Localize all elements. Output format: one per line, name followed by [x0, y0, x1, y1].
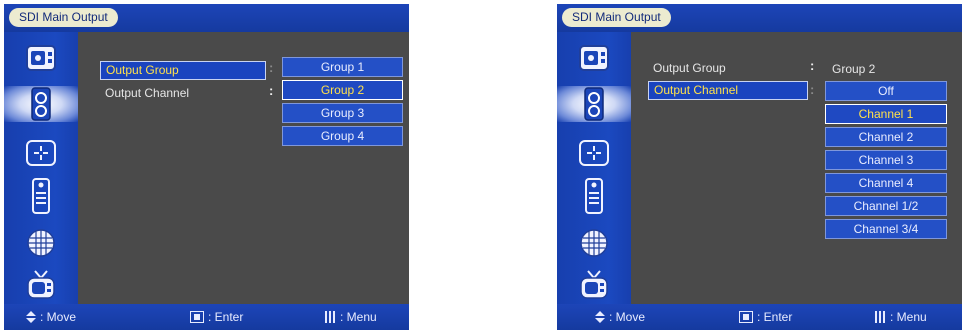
up-down-arrow-icon: [26, 311, 36, 323]
menu-hint-label: : Menu: [890, 310, 927, 324]
enter-button-icon: [190, 311, 204, 323]
sidebar-item-tv[interactable]: [16, 267, 66, 303]
channel-options-list: Off Channel 1 Channel 2 Channel 3 Channe…: [825, 81, 947, 242]
move-hint: : Move: [595, 304, 645, 330]
enter-button-icon: [739, 311, 753, 323]
up-down-arrow-icon: [595, 311, 605, 323]
tv-icon: [27, 270, 55, 299]
globe-mesh-icon: [27, 229, 55, 257]
separator-colon: :: [810, 58, 815, 73]
menu-button-icon: [325, 311, 335, 323]
sidebar-item-audio[interactable]: [4, 86, 78, 122]
sidebar: [4, 32, 78, 304]
option-channel-4[interactable]: Channel 4: [825, 173, 947, 193]
menu-item-output-channel[interactable]: Output Channel: [648, 81, 808, 100]
enter-hint-label: : Enter: [757, 310, 793, 324]
option-channel-3[interactable]: Channel 3: [825, 150, 947, 170]
picture-icon: [26, 45, 56, 71]
audio-speaker-icon: [31, 87, 51, 121]
separator-colon: :: [810, 82, 815, 97]
tv-icon: [580, 270, 608, 299]
sidebar-item-audio[interactable]: [557, 86, 631, 122]
menu-hint-label: : Menu: [340, 310, 377, 324]
osd-screen-group: SDI Main Output Output Group: Output Ch…: [4, 4, 409, 330]
hint-bar: : Move : Enter : Menu: [557, 304, 962, 330]
sidebar-item-globe[interactable]: [569, 225, 619, 261]
remote-control-icon: [585, 178, 603, 214]
move-hint: : Move: [26, 304, 76, 330]
option-channel-1[interactable]: Channel 1: [825, 104, 947, 124]
menu-item-output-group[interactable]: Output Group: [100, 61, 266, 80]
sidebar-item-remote[interactable]: [16, 178, 66, 214]
output-group-value: Group 2: [832, 62, 876, 76]
enter-hint: : Enter: [190, 304, 243, 330]
move-hint-label: : Move: [609, 310, 646, 324]
separator-colon: :: [269, 83, 274, 98]
hint-bar: : Move : Enter : Menu: [4, 304, 409, 330]
sidebar-item-picture[interactable]: [569, 40, 619, 76]
title-bar: SDI Main Output: [4, 4, 409, 32]
crosshair-icon: [26, 140, 56, 166]
menu-item-output-group[interactable]: Output Group: [648, 59, 808, 78]
globe-mesh-icon: [580, 229, 608, 257]
sidebar-item-remote[interactable]: [569, 178, 619, 214]
sidebar-item-tv[interactable]: [569, 267, 619, 303]
separator-colon: :: [269, 60, 274, 75]
move-hint-label: : Move: [40, 310, 77, 324]
sidebar-item-position[interactable]: [569, 135, 619, 171]
enter-hint-label: : Enter: [208, 310, 244, 324]
osd-screen-channel: SDI Main Output Output Group: Group 2 O…: [557, 4, 962, 330]
menu-hint: : Menu: [874, 304, 927, 330]
option-group-1[interactable]: Group 1: [282, 57, 403, 77]
menu-title: SDI Main Output: [9, 8, 118, 27]
option-channel-3-4[interactable]: Channel 3/4: [825, 219, 947, 239]
audio-speaker-icon: [584, 87, 604, 121]
option-group-3[interactable]: Group 3: [282, 103, 403, 123]
sidebar: [557, 32, 631, 304]
title-bar: SDI Main Output: [557, 4, 962, 32]
menu-hint: : Menu: [324, 304, 377, 330]
option-off[interactable]: Off: [825, 81, 947, 101]
picture-icon: [579, 45, 609, 71]
sidebar-item-globe[interactable]: [16, 225, 66, 261]
enter-hint: : Enter: [739, 304, 792, 330]
option-channel-2[interactable]: Channel 2: [825, 127, 947, 147]
sidebar-item-position[interactable]: [16, 135, 66, 171]
option-group-2[interactable]: Group 2: [282, 80, 403, 100]
menu-title: SDI Main Output: [562, 8, 671, 27]
option-group-4[interactable]: Group 4: [282, 126, 403, 146]
crosshair-icon: [579, 140, 609, 166]
remote-control-icon: [32, 178, 50, 214]
menu-item-output-channel[interactable]: Output Channel: [100, 84, 266, 103]
option-channel-1-2[interactable]: Channel 1/2: [825, 196, 947, 216]
sidebar-item-picture[interactable]: [16, 40, 66, 76]
menu-button-icon: [875, 311, 885, 323]
group-options-list: Group 1 Group 2 Group 3 Group 4: [282, 57, 403, 149]
